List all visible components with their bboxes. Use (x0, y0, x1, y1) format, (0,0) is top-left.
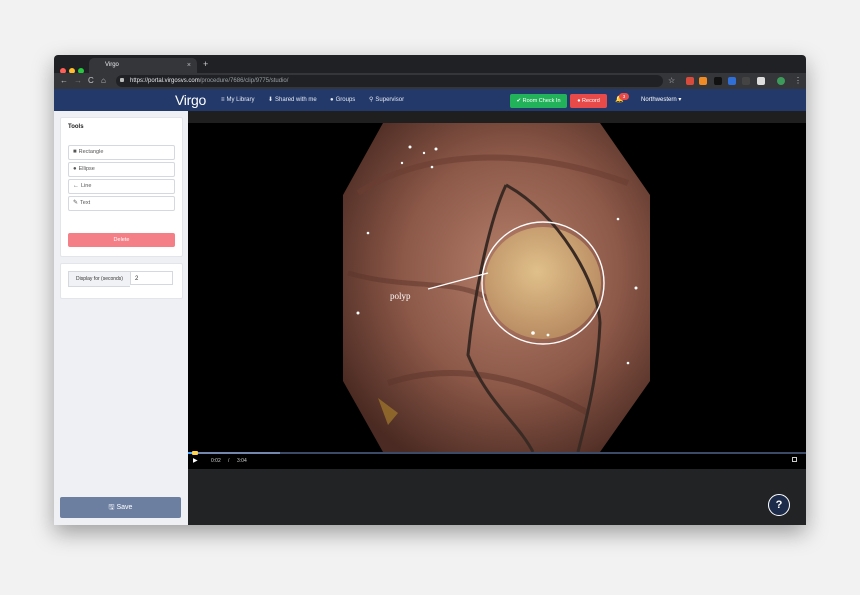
video-controls: ▶ 0:02 / 3:04 (188, 451, 806, 469)
save-button[interactable]: 🖫 Save (60, 497, 181, 518)
progress-knob[interactable] (192, 451, 198, 455)
nav-my-library[interactable]: ≡ My Library (221, 96, 255, 105)
bookmark-star-icon[interactable]: ☆ (668, 76, 675, 86)
video-header-strip (188, 111, 806, 123)
nav-label: My Library (226, 97, 255, 103)
display-duration-input[interactable]: 2 (130, 271, 173, 285)
virgo-logo[interactable]: Virgo (175, 91, 206, 109)
extension-icon[interactable] (714, 77, 722, 85)
app-navbar: Virgo ≡ My Library ⬇ Shared with me ● Group… (54, 89, 806, 111)
back-icon[interactable]: ← (60, 76, 68, 86)
nav-shared-with-me[interactable]: ⬇ Shared with me (268, 96, 317, 105)
comment-icon: ✎ (73, 200, 79, 206)
url-path: /procedure/7686/clip/9775/studio/ (199, 78, 289, 84)
tool-label: Ellipse (78, 166, 95, 172)
tool-label: Line (81, 183, 92, 189)
time-separator: / (228, 458, 230, 464)
record-button[interactable]: ● Record (570, 94, 607, 108)
list-icon: ≡ (221, 97, 225, 103)
save-label: Save (116, 504, 133, 511)
delete-button[interactable]: Delete (68, 233, 175, 247)
browser-menu-icon[interactable]: ⋮ (794, 76, 802, 86)
duration: 3:04 (237, 458, 247, 464)
tab-close-icon[interactable]: × (187, 58, 191, 73)
rss-extension-icon[interactable] (699, 77, 707, 85)
display-duration-panel: Display for (seconds) 2 (60, 263, 183, 299)
tools-title: Tools (68, 124, 84, 130)
ellipse-icon: ● (73, 166, 77, 172)
text-tool-button[interactable]: ✎ Text (68, 196, 175, 211)
extension-icon[interactable] (757, 77, 765, 85)
tool-label: Rectangle (78, 149, 104, 155)
fullscreen-icon[interactable] (792, 457, 797, 462)
tool-label: Text (80, 200, 91, 206)
forward-icon[interactable]: → (74, 76, 82, 86)
url-input[interactable]: https://portal.virgosvs.com/procedure/76… (116, 75, 663, 87)
play-icon[interactable]: ▶ (193, 457, 198, 465)
download-icon: ⬇ (268, 97, 274, 103)
extension-icon[interactable] (728, 77, 736, 85)
room-check-in-button[interactable]: ✔ Room Check In (510, 94, 567, 108)
browser-window: Virgo × + ← → C ⌂ https://portal.virgosv… (54, 55, 806, 525)
tools-sidebar: Tools ■ Rectangle ● Ellipse ← Line ✎ Text De… (54, 111, 189, 525)
video-progress-bar[interactable] (188, 451, 806, 455)
tools-panel: Tools ■ Rectangle ● Ellipse ← Line ✎ Text De… (60, 117, 183, 257)
nav-supervisor[interactable]: ⚲ Supervisor (369, 96, 404, 105)
url-host: https://portal.virgosvs.com (130, 78, 200, 84)
groups-icon: ● (330, 97, 334, 103)
nav-label: Supervisor (375, 97, 405, 103)
reload-icon[interactable]: C (88, 76, 94, 86)
extension-icon[interactable] (742, 77, 750, 85)
rectangle-tool-button[interactable]: ■ Rectangle (68, 145, 175, 160)
arrow-left-icon: ← (73, 183, 79, 189)
ellipse-tool-button[interactable]: ● Ellipse (68, 162, 175, 177)
organization-dropdown[interactable]: Northwestern ▾ (641, 96, 681, 105)
tab-title: Virgo (105, 62, 119, 68)
video-player[interactable]: polyp ▶ 0:02 / 3:04 ? (188, 111, 806, 525)
extension-icon[interactable] (686, 77, 694, 85)
current-time: 0:02 (211, 458, 221, 464)
nav-label: Groups (335, 97, 356, 103)
floppy-disk-icon: 🖫 (108, 504, 115, 511)
buffered-range (198, 452, 280, 454)
endoscopy-frame[interactable]: polyp (188, 123, 806, 452)
nav-groups[interactable]: ● Groups (330, 96, 355, 105)
lock-icon (120, 78, 124, 82)
polyp-tissue (485, 227, 601, 339)
home-icon[interactable]: ⌂ (101, 76, 106, 86)
address-bar: ← → C ⌂ https://portal.virgosvs.com/proc… (54, 73, 806, 89)
new-tab-icon[interactable]: + (203, 59, 208, 69)
browser-tab-strip: Virgo × + (54, 55, 806, 74)
annotation-text[interactable]: polyp (390, 291, 411, 301)
display-duration-label: Display for (seconds) (68, 271, 130, 287)
line-tool-button[interactable]: ← Line (68, 179, 175, 194)
profile-avatar[interactable] (777, 77, 785, 85)
rectangle-icon: ■ (73, 149, 77, 155)
key-icon: ⚲ (369, 97, 374, 103)
help-button[interactable]: ? (768, 494, 790, 516)
notification-badge: 3 (619, 93, 629, 100)
nav-label: Shared with me (275, 97, 317, 103)
browser-tab[interactable]: Virgo × (89, 58, 197, 73)
video-bottom-area: ? (188, 469, 806, 525)
